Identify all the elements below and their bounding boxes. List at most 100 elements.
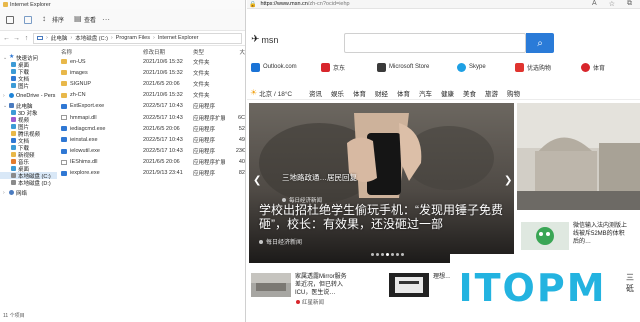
search-button[interactable]: ⌕ [526, 33, 554, 53]
back-arrow-icon[interactable]: ← [3, 35, 10, 42]
file-row[interactable]: ielowutil.exe 2022/5/17 10:43 应用程序 23€ [59, 146, 245, 157]
side-story-headline[interactable]: 三地路政通…居民回复 [282, 172, 357, 183]
file-row[interactable]: en-US 2021/10/6 15:32 文件夹 [59, 56, 245, 67]
3d-objects-icon [11, 110, 16, 115]
file-size: 6C [237, 114, 245, 121]
file-date: 2021/6/5 20:06 [143, 159, 180, 166]
side-source-name: 每日经济新闻 [289, 198, 323, 204]
file-row[interactable]: zh-CN 2021/10/6 15:32 文件夹 [59, 90, 245, 101]
category-link[interactable]: 健康 [441, 88, 454, 98]
folder-icon [61, 59, 67, 65]
file-row[interactable]: SIGNUP 2021/6/5 20:06 文件夹 [59, 78, 245, 89]
url-field[interactable]: https://www.msn.cn/zh-cn?ocid=iehp [260, 1, 349, 7]
next-arrow-icon[interactable]: ❯ [504, 175, 512, 186]
more-options-button[interactable]: ··· [102, 15, 110, 24]
category-link[interactable]: 娱乐 [331, 88, 344, 98]
file-size: 82 [238, 170, 245, 177]
category-link[interactable]: 体育 [397, 88, 410, 98]
file-date: 2021/10/6 15:32 [143, 58, 183, 65]
explorer-toolbar: 排序 查看 ··· [0, 9, 245, 31]
category-link[interactable]: 汽车 [419, 88, 432, 98]
weather-widget[interactable]: ☀ 北京 / 18°C [247, 88, 309, 98]
category-link[interactable]: 美食 [463, 88, 476, 98]
carousel-dot[interactable] [401, 253, 404, 256]
nav-item-network[interactable]: › 网络 [0, 189, 57, 197]
file-row[interactable]: IEShims.dll 2021/6/5 20:06 应用程序扩展 40 [59, 157, 245, 168]
quick-link-microsoft-store[interactable]: Microsoft Store [377, 62, 430, 72]
nav-item-pictures[interactable]: 图片 [0, 82, 57, 90]
picture-icon [11, 124, 16, 129]
file-name-cell: iediagcmd.exe [59, 126, 143, 132]
news-card[interactable]: 微信输入法内测版上线被斥52MB的体积后的… [521, 222, 629, 250]
breadcrumb-item[interactable]: 本地磁盘 (C:) [75, 34, 108, 42]
view-button[interactable]: 查看 [74, 14, 97, 25]
favorite-star-icon[interactable]: ☆ [609, 0, 615, 8]
quick-link-label: Microsoft Store [389, 64, 430, 70]
nav-item-drive-d[interactable]: 本地磁盘 (D:) [0, 179, 57, 187]
quick-link-jd[interactable]: 京东 [321, 62, 345, 72]
cut-button[interactable] [6, 15, 14, 24]
quick-link-shopping[interactable]: 优选购物 [515, 62, 551, 72]
msn-header: ✈ msn ⌕ [247, 9, 640, 53]
breadcrumb[interactable]: › 此电脑 › 本地磁盘 (C:) › Program Files › Inte… [33, 32, 242, 44]
file-row[interactable]: ExtExport.exe 2022/5/17 10:43 应用程序 [59, 101, 245, 112]
sort-button[interactable]: 排序 [42, 14, 64, 25]
file-name-cell: zh-CN [59, 92, 143, 98]
file-explorer-window: Internet Explorer 排序 查看 ··· ← → ↑ › 此电脑 … [0, 0, 246, 322]
quick-links-bar: Outlook.com 京东 Microsoft Store Skype 优选购… [247, 60, 640, 74]
carousel-dot[interactable] [386, 253, 389, 256]
column-type-header[interactable]: 类型 [193, 48, 225, 56]
quick-link-sports[interactable]: 体育 [581, 62, 605, 72]
nav-item-onedrive[interactable]: › OneDrive - Pers [0, 92, 57, 99]
view-label: 查看 [84, 18, 97, 24]
star-icon: ★ [9, 54, 15, 60]
picture-icon [11, 83, 16, 88]
category-link[interactable]: 旅游 [485, 88, 498, 98]
side-story-image[interactable] [517, 103, 640, 210]
column-size-header[interactable]: 大 [225, 48, 245, 56]
carousel-dot[interactable] [391, 253, 394, 256]
carousel-dot[interactable] [381, 253, 384, 256]
file-row[interactable]: iexplore.exe 2021/9/13 23:41 应用程序 82 [59, 168, 245, 179]
file-date: 2021/9/13 23:41 [143, 170, 183, 177]
news-thumbnail [389, 273, 429, 297]
hero-headline[interactable]: 学校出招杜绝学生偷玩手机：“发现用锤子免费砸”，校长：有效果，还没砸过一部 [259, 203, 509, 231]
carousel-dot[interactable] [376, 253, 379, 256]
sort-icon [42, 14, 50, 24]
up-arrow-icon[interactable]: ↑ [23, 35, 30, 42]
exe-file-icon [61, 170, 67, 176]
category-link[interactable]: 购物 [507, 88, 520, 98]
copy-button[interactable] [24, 15, 32, 24]
chevron-down-icon: ⌄ [3, 54, 8, 61]
copy-icon [24, 15, 32, 24]
file-row[interactable]: ieinstal.exe 2022/5/17 10:43 应用程序 49 [59, 134, 245, 145]
collections-icon[interactable]: ⧉ [627, 0, 632, 8]
search-input[interactable] [344, 33, 526, 53]
file-date: 2021/6/5 20:06 [143, 80, 180, 87]
category-link[interactable]: 体育 [353, 88, 366, 98]
file-type: 文件夹 [193, 70, 210, 77]
carousel-dot[interactable] [371, 253, 374, 256]
file-row[interactable]: iediagcmd.exe 2021/6/5 20:06 应用程序 52 [59, 123, 245, 134]
column-date-header[interactable]: 修改日期 [143, 48, 193, 56]
file-row[interactable]: images 2021/10/6 15:32 文件夹 [59, 67, 245, 78]
msn-logo[interactable]: ✈ msn [251, 34, 278, 45]
previous-arrow-icon[interactable]: ❮ [253, 175, 261, 186]
hero-story[interactable]: ❮ ❯ 学校出招杜绝学生偷玩手机：“发现用锤子免费砸”，校长：有效果，还没砸过一… [249, 103, 514, 263]
file-row[interactable]: hmmapi.dll 2022/5/17 10:43 应用程序扩展 6C [59, 112, 245, 123]
document-icon [11, 76, 16, 81]
read-aloud-icon[interactable]: A [592, 0, 597, 8]
quick-link-outlook[interactable]: Outlook.com [251, 62, 297, 72]
carousel-dot[interactable] [396, 253, 399, 256]
breadcrumb-item[interactable]: Internet Explorer [158, 35, 199, 41]
news-card[interactable]: 家属透露Mirror服务差近况，但已转入ICU，医生说… [251, 273, 351, 297]
category-link[interactable]: 财经 [375, 88, 388, 98]
breadcrumb-item[interactable]: Program Files [116, 35, 150, 41]
quick-link-skype[interactable]: Skype [457, 62, 486, 72]
category-link[interactable]: 资讯 [309, 88, 322, 98]
file-date: 2022/5/17 10:43 [143, 103, 183, 110]
file-name-cell: iexplore.exe [59, 170, 143, 176]
breadcrumb-item[interactable]: 此电脑 [51, 34, 68, 42]
forward-arrow-icon[interactable]: → [13, 35, 20, 42]
column-name-header[interactable]: 名称 [59, 48, 143, 56]
